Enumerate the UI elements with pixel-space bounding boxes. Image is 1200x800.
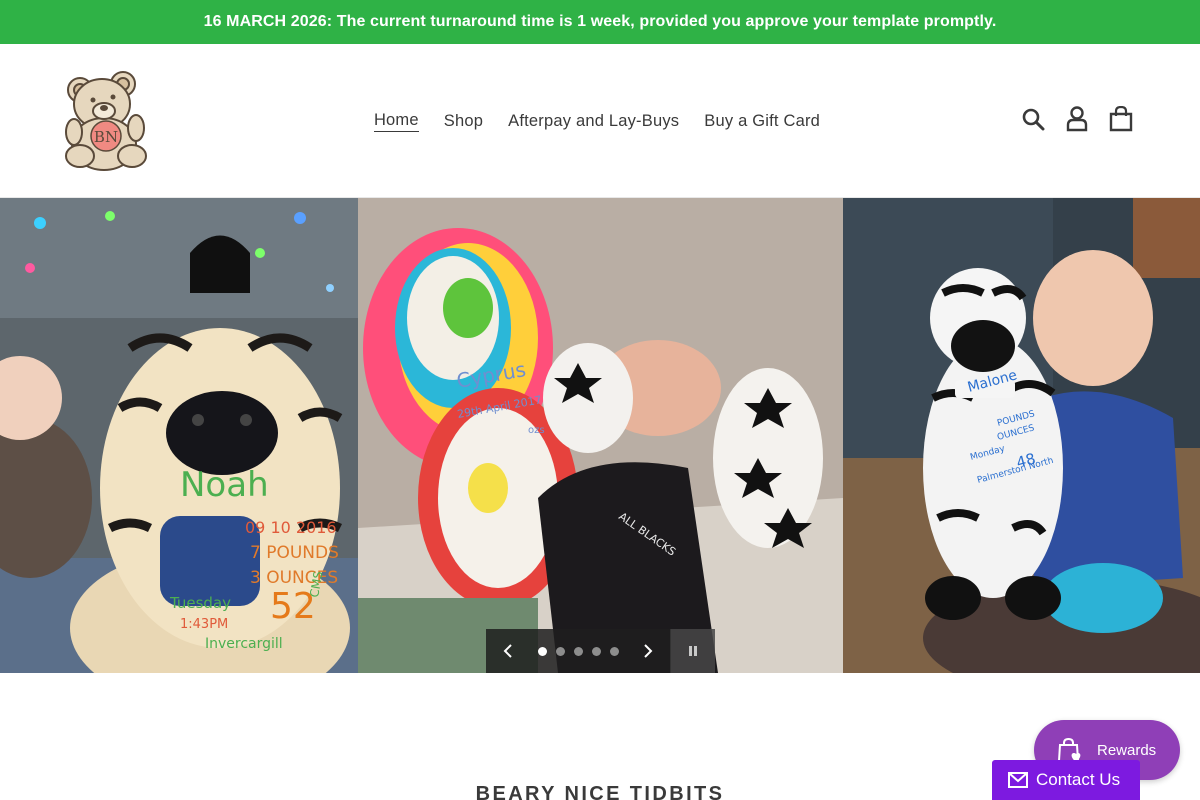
embroidery-place: Invercargill <box>205 636 283 652</box>
nav-item-gift-card[interactable]: Buy a Gift Card <box>704 112 820 131</box>
embroidery-date: 09 10 2016 <box>245 518 337 537</box>
slideshow-nav <box>486 629 670 673</box>
chevron-left-icon[interactable] <box>494 629 522 673</box>
slide-dot[interactable] <box>537 646 547 656</box>
slideshow-controls <box>486 629 715 673</box>
slide-image-noah-zebra: Noah 09 10 2016 7 POUNDS 3 OUNCES 52 CMS… <box>0 198 358 673</box>
embroidery-day: Tuesday <box>169 594 231 612</box>
embroidery-ounces: 3 OUNCES <box>250 568 338 588</box>
nav-item-shop[interactable]: Shop <box>444 112 483 131</box>
announcement-text: 16 MARCH 2026: The current turnaround ti… <box>203 13 997 30</box>
embroidery-time: 1:43PM <box>180 617 228 632</box>
site-header: BN Home Shop Afterpay and Lay-Buys Buy a… <box>0 44 1200 198</box>
slide-dots <box>537 646 619 656</box>
chevron-right-icon[interactable] <box>634 629 662 673</box>
nav-item-home[interactable]: Home <box>373 111 419 132</box>
announcement-bar: 16 MARCH 2026: The current turnaround ti… <box>0 0 1200 44</box>
rewards-label: Rewards <box>1097 741 1157 759</box>
slide-dot[interactable] <box>591 646 601 656</box>
slide-dot[interactable] <box>609 646 619 656</box>
slide-dot[interactable] <box>573 646 583 656</box>
slide-dot[interactable] <box>555 646 565 656</box>
contact-us-label: Contact Us <box>1036 770 1121 789</box>
embroidery-name-noah: Noah <box>180 465 269 505</box>
contact-us-button[interactable]: Contact Us <box>992 760 1140 800</box>
envelope-icon <box>1008 772 1028 788</box>
nav-item-afterpay[interactable]: Afterpay and Lay-Buys <box>508 112 679 131</box>
cart-icon[interactable] <box>1108 104 1134 134</box>
search-icon[interactable] <box>1020 104 1046 134</box>
slide-image-cyprus-lion: Cyprus 29th April 2017 ozs ALL BLACKS <box>358 198 843 673</box>
slide-image-malone-zebra: Malone POUNDS OUNCES 48 Monday Palmersto… <box>843 198 1200 673</box>
embroidery-ozs: ozs <box>528 425 545 436</box>
hero-slideshow[interactable]: Noah 09 10 2016 7 POUNDS 3 OUNCES 52 CMS… <box>0 198 1200 673</box>
header-icons <box>1020 104 1134 134</box>
account-icon[interactable] <box>1064 104 1090 134</box>
embroidery-pounds: 7 POUNDS <box>250 543 339 563</box>
pause-icon[interactable] <box>670 629 715 673</box>
